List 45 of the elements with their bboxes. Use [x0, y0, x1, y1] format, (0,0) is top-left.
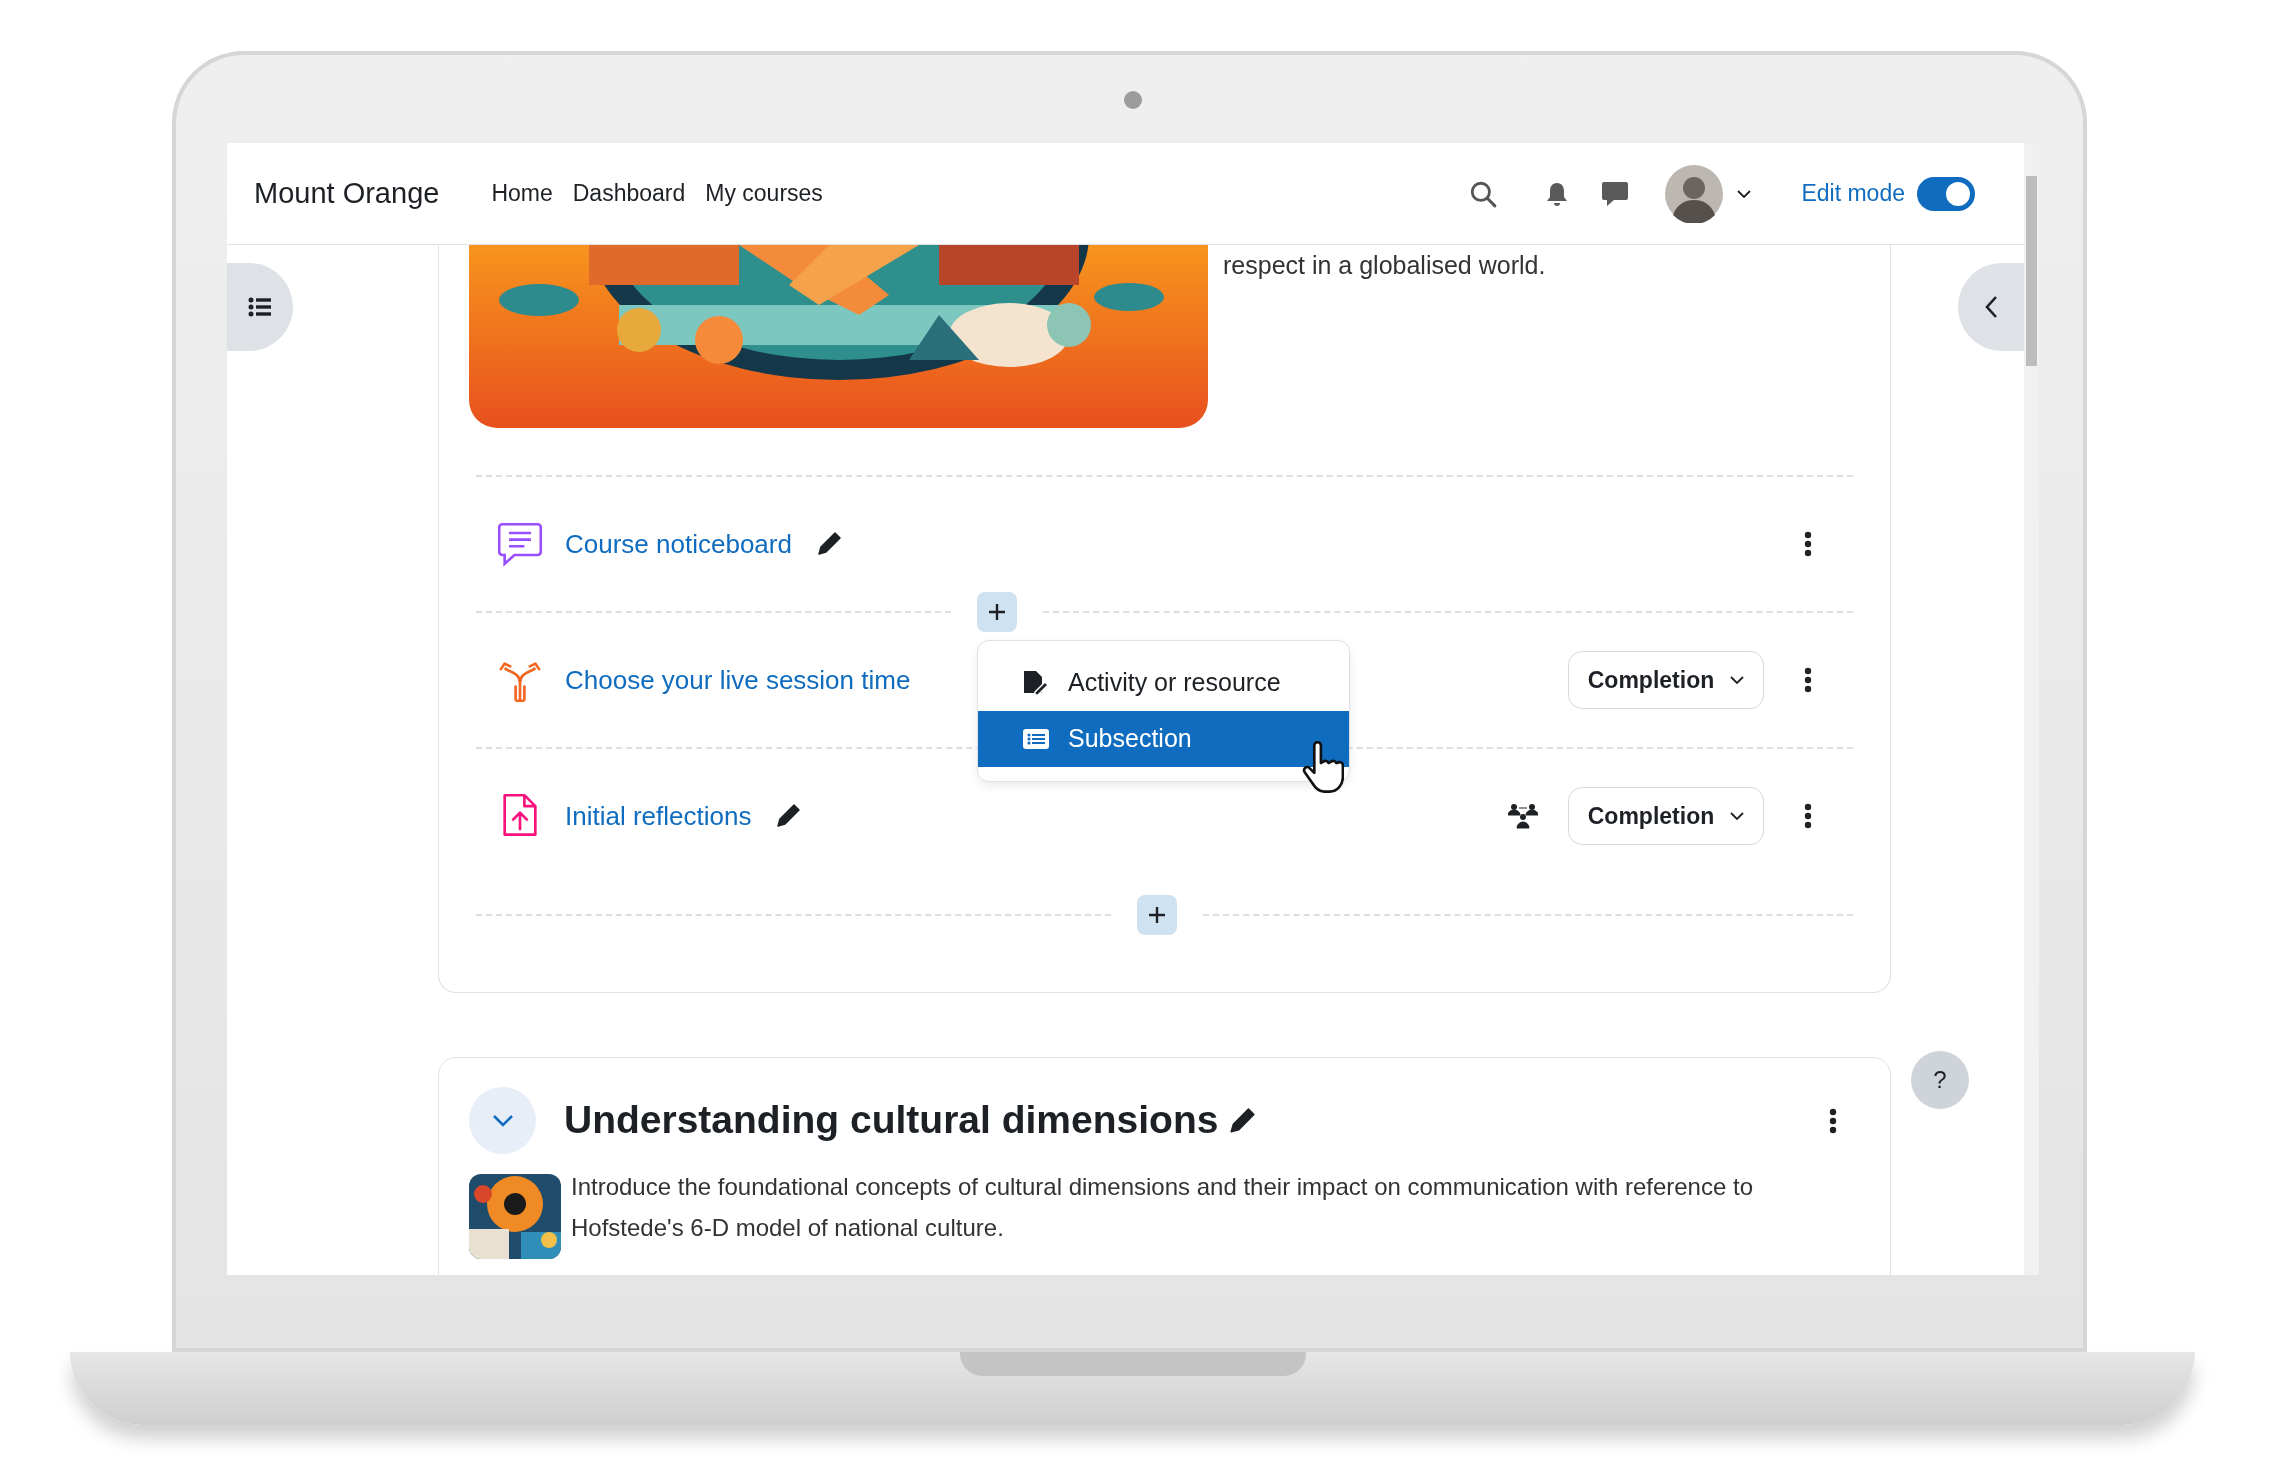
edit-mode-label: Edit mode — [1801, 179, 1905, 209]
drawer-toggle[interactable] — [227, 263, 293, 351]
caret-icon — [1737, 189, 1752, 198]
menu-item[interactable]: Subsection — [978, 711, 1349, 767]
nav-link[interactable]: Dashboard — [572, 176, 686, 211]
plus-icon — [987, 602, 1007, 622]
activity-link[interactable]: Choose your live session time — [565, 660, 911, 700]
search-icon[interactable] — [1469, 179, 1498, 208]
chat-icon[interactable] — [1601, 179, 1630, 208]
help-button[interactable]: ? — [1911, 1051, 1969, 1109]
chevron-icon — [491, 1113, 514, 1128]
nav-link[interactable]: My courses — [705, 176, 823, 211]
drawer-toggle[interactable] — [1958, 263, 2024, 351]
chevron-left-icon — [1984, 295, 1998, 319]
pencil-icon[interactable] — [815, 531, 842, 557]
completion-dropdown[interactable]: Completion — [1568, 787, 1764, 845]
section-summary: Introduce the foundational concepts of cultural dimensions and their impact on communication with reference to Hofstede's 6-D model of national culture. — [571, 1172, 1754, 1243]
caret-icon — [1730, 812, 1745, 820]
menu-icon[interactable] — [1803, 531, 1813, 557]
list-icon — [1022, 726, 1050, 752]
menu-icon[interactable] — [1828, 1107, 1838, 1134]
camera-dot — [1124, 91, 1142, 109]
menu-icon[interactable] — [1803, 803, 1813, 829]
edit-mode-toggle[interactable] — [1917, 176, 1975, 211]
add-button[interactable] — [1137, 895, 1177, 935]
activity-link[interactable]: Initial reflections — [565, 796, 752, 836]
scrollbar[interactable] — [2024, 143, 2039, 1275]
list-icon — [248, 297, 272, 317]
pencil-icon[interactable] — [1228, 1106, 1257, 1135]
section-summary: respect in a globalised world. — [1223, 250, 1546, 281]
avatar[interactable] — [1665, 164, 1724, 223]
section-title: Understanding cultural dimensions — [564, 1097, 1219, 1144]
forum-icon — [498, 521, 542, 567]
menu-item[interactable]: Activity or resource — [978, 655, 1349, 711]
plus-icon — [1147, 905, 1167, 925]
completion-dropdown[interactable]: Completion — [1568, 651, 1764, 709]
bell-icon[interactable] — [1545, 180, 1570, 207]
document-edit-icon — [1022, 670, 1050, 696]
caret-icon — [1730, 676, 1745, 684]
menu-icon[interactable] — [1803, 667, 1813, 693]
site-name[interactable]: Mount Orange — [254, 171, 440, 216]
activity-link[interactable]: Course noticeboard — [565, 524, 792, 564]
pencil-icon[interactable] — [775, 803, 802, 829]
add-button[interactable] — [977, 592, 1017, 632]
nav-link[interactable]: Home — [491, 176, 553, 211]
